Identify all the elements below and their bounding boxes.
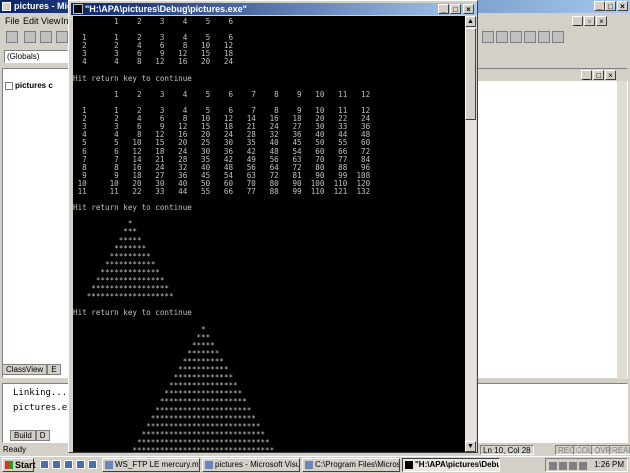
- tab-debug[interactable]: D: [35, 430, 50, 441]
- editor-close-icon[interactable]: ×: [605, 70, 616, 80]
- console-close-icon[interactable]: ×: [463, 4, 474, 14]
- open-folder-icon[interactable]: [24, 31, 36, 43]
- task-label: pictures - Microsoft Visual...: [215, 460, 300, 469]
- save-all-icon[interactable]: [56, 31, 68, 43]
- task-wsftp[interactable]: WS_FTP LE mercury.mvh...: [102, 458, 200, 472]
- console-minimize-icon[interactable]: _: [438, 4, 449, 14]
- editor-maximize-icon[interactable]: □: [593, 70, 604, 80]
- console-output[interactable]: 1 2 3 4 5 6 1 1 2 3 4 5 6 2 2 4 6 8 10 1…: [73, 16, 465, 452]
- quicklaunch-desktop-icon[interactable]: [40, 460, 49, 469]
- visual-studio-icon: [205, 461, 213, 469]
- menu-view[interactable]: View: [41, 14, 60, 28]
- console-title-text: "H:\APA\pictures\Debug\pictures.exe": [85, 4, 247, 14]
- task-label: WS_FTP LE mercury.mvh...: [115, 460, 199, 469]
- mdi-restore-icon[interactable]: ▫: [584, 16, 595, 26]
- console-title-bar[interactable]: "H:\APA\pictures\Debug\pictures.exe" _ □…: [71, 3, 477, 15]
- minimize-icon[interactable]: _: [594, 1, 605, 11]
- breakpoint-icon[interactable]: [552, 31, 564, 43]
- tab-classview[interactable]: ClassView: [2, 364, 48, 375]
- quicklaunch-outlook-icon[interactable]: [64, 460, 73, 469]
- tray-volume-icon[interactable]: [569, 462, 577, 470]
- task-label: "H:\APA\pictures\Debu...: [415, 460, 500, 469]
- output-line: Linking...: [13, 388, 68, 398]
- editor-minimize-icon[interactable]: _: [581, 70, 592, 80]
- classview-root-label: pictures c: [15, 81, 53, 90]
- new-file-icon[interactable]: [6, 31, 18, 43]
- scroll-up-icon[interactable]: ▲: [465, 16, 476, 27]
- folder-icon: [305, 461, 313, 469]
- workspace-tabs: ClassView E: [2, 364, 61, 377]
- visual-studio-icon: [2, 2, 11, 11]
- indicator-read: READ: [609, 445, 630, 455]
- save-icon[interactable]: [40, 31, 52, 43]
- editor-title-bar: _ □ ×: [477, 69, 629, 81]
- task-label: C:\Program Files\Microsof...: [315, 460, 400, 469]
- status-text: Ready: [3, 445, 27, 454]
- task-console[interactable]: "H:\APA\pictures\Debu...: [402, 458, 500, 472]
- mdi-close-icon[interactable]: ×: [596, 16, 607, 26]
- wsftp-icon: [105, 461, 113, 469]
- tray-app-icon[interactable]: [579, 462, 587, 470]
- task-visual-studio[interactable]: pictures - Microsoft Visual...: [202, 458, 300, 472]
- menu-file[interactable]: File: [5, 14, 20, 28]
- globals-combo[interactable]: (Globals): [4, 50, 68, 63]
- cursor-position: Ln 10, Col 28: [480, 445, 534, 455]
- console-icon: [405, 461, 413, 469]
- compile-icon[interactable]: [482, 31, 494, 43]
- build-icon[interactable]: [496, 31, 508, 43]
- task-program-files[interactable]: C:\Program Files\Microsof...: [302, 458, 400, 472]
- quicklaunch-explorer-icon[interactable]: [76, 460, 85, 469]
- quicklaunch-app-icon[interactable]: [88, 460, 97, 469]
- classview-root-item[interactable]: pictures c: [5, 81, 53, 90]
- go-icon[interactable]: [538, 31, 550, 43]
- menu-edit[interactable]: Edit: [23, 14, 39, 28]
- tree-expand-icon[interactable]: [5, 81, 13, 90]
- console-maximize-icon[interactable]: □: [450, 4, 461, 14]
- console-window: "H:\APA\pictures\Debug\pictures.exe" _ □…: [68, 0, 478, 453]
- close-icon[interactable]: ×: [617, 1, 628, 11]
- output-line: pictures.ex: [13, 403, 73, 413]
- tray-network-icon[interactable]: [549, 462, 557, 470]
- console-icon: [73, 4, 83, 14]
- editor-pane[interactable]: _ □ ×: [476, 68, 629, 379]
- clock: 1:26 PM: [594, 460, 624, 469]
- scroll-thumb[interactable]: [465, 28, 476, 120]
- console-text: 1 2 3 4 5 6 1 1 2 3 4 5 6 2 2 4 6 8 10 1…: [73, 17, 371, 452]
- taskbar: Start WS_FTP LE mercury.mvh... pictures …: [0, 456, 630, 473]
- editor-scrollbar[interactable]: [617, 81, 627, 379]
- mdi-minimize-icon[interactable]: _: [572, 16, 583, 26]
- output-tabs: Build D: [10, 430, 50, 441]
- start-button[interactable]: Start: [2, 458, 36, 472]
- execute-icon[interactable]: [524, 31, 536, 43]
- windows-logo-icon: [5, 461, 13, 469]
- scroll-down-icon[interactable]: ▼: [465, 441, 476, 452]
- stop-build-icon[interactable]: [510, 31, 522, 43]
- tab-fileview[interactable]: E: [47, 364, 61, 375]
- system-tray: 1:26 PM: [545, 458, 628, 472]
- classview-pane: pictures c: [2, 68, 70, 378]
- console-scrollbar[interactable]: ▲ ▼: [465, 16, 476, 452]
- tray-security-icon[interactable]: [559, 462, 567, 470]
- tab-build[interactable]: Build: [10, 430, 36, 441]
- quicklaunch-ie-icon[interactable]: [52, 460, 61, 469]
- maximize-icon[interactable]: □: [605, 1, 616, 11]
- start-label: Start: [15, 460, 36, 470]
